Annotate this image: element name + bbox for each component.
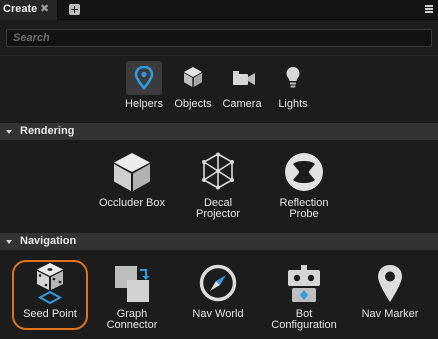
section-title: Navigation xyxy=(20,235,77,247)
lightbulb-icon xyxy=(275,61,311,95)
bot-icon xyxy=(288,265,320,302)
cube-icon xyxy=(175,61,211,95)
item-label: Nav World xyxy=(192,308,244,320)
item-label: Occluder Box xyxy=(98,197,166,209)
section-navigation-header[interactable]: Navigation xyxy=(0,233,438,250)
camera-icon xyxy=(224,61,260,95)
item-nav-world[interactable]: Nav World xyxy=(180,264,256,324)
item-label: Nav Marker xyxy=(361,308,419,320)
decal-projector-icon xyxy=(202,152,234,190)
tab-objects-label: Objects xyxy=(174,98,212,110)
tab-helpers-label: Helpers xyxy=(125,98,163,110)
map-pin-icon xyxy=(126,61,162,95)
tab-helpers[interactable]: Helpers xyxy=(121,59,167,115)
reflection-probe-icon xyxy=(285,153,323,191)
collapse-triangle-icon xyxy=(6,240,12,244)
graph-connector-icon xyxy=(115,266,150,302)
search-placeholder: Search xyxy=(13,32,50,44)
item-label: Seed Point xyxy=(23,308,77,320)
divider xyxy=(0,55,438,56)
item-nav-marker[interactable]: Nav Marker xyxy=(352,264,428,324)
tab-title: Create xyxy=(3,3,38,15)
tab-camera-label: Camera xyxy=(222,98,262,110)
item-bot-configuration[interactable]: Bot Configuration xyxy=(266,264,342,332)
tab-bar: Create ✖ xyxy=(0,0,438,20)
item-decal-projector[interactable]: Decal Projector xyxy=(180,152,256,224)
item-reflection-probe[interactable]: Reflection Probe xyxy=(266,152,342,224)
item-label-line2: Probe xyxy=(289,208,319,220)
collapse-triangle-icon xyxy=(6,130,12,134)
item-label-line2: Configuration xyxy=(271,319,337,331)
search-input[interactable]: Search xyxy=(6,29,432,47)
map-pin-icon xyxy=(378,265,402,302)
item-occluder-box[interactable]: Occluder Box xyxy=(94,152,170,212)
tab-lights-label: Lights xyxy=(278,98,308,110)
tab-camera[interactable]: Camera xyxy=(219,59,265,115)
section-title: Rendering xyxy=(20,125,75,137)
section-rendering-header[interactable]: Rendering xyxy=(0,123,438,140)
item-seed-point[interactable]: Seed Point xyxy=(12,262,88,322)
tab-create[interactable]: Create ✖ xyxy=(0,0,58,20)
compass-icon xyxy=(199,264,237,302)
item-label-line2: Connector xyxy=(106,319,158,331)
tab-lights[interactable]: Lights xyxy=(270,59,316,115)
cube-icon xyxy=(114,153,150,191)
tab-objects[interactable]: Objects xyxy=(170,59,216,115)
item-graph-connector[interactable]: Graph Connector xyxy=(94,264,170,332)
close-icon[interactable]: ✖ xyxy=(40,2,49,15)
dice-seed-icon xyxy=(37,263,63,304)
add-tab-icon[interactable] xyxy=(69,4,80,15)
item-label-line2: Projector xyxy=(195,208,241,220)
menu-icon[interactable] xyxy=(425,5,433,13)
